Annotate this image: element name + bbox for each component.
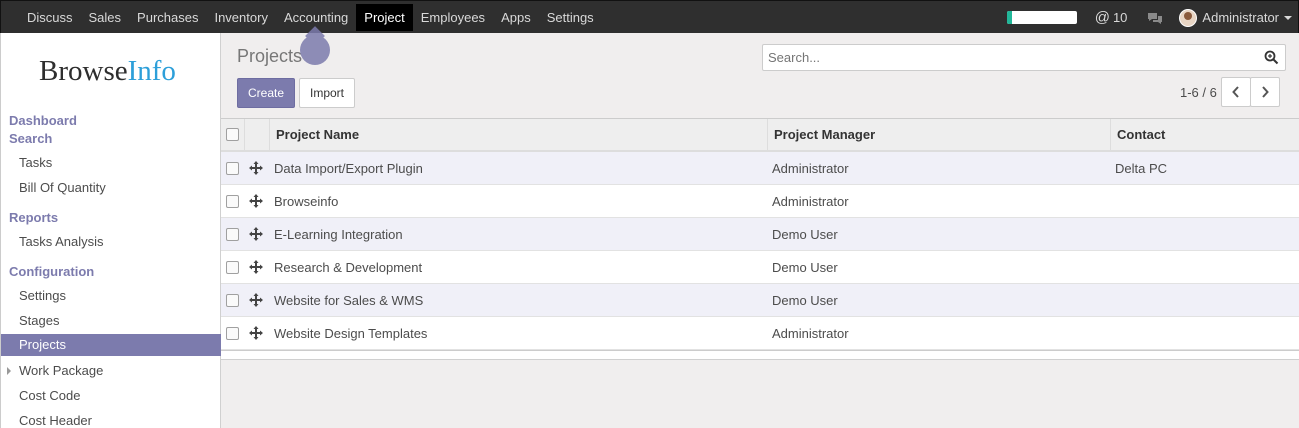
drag-handle-icon[interactable]: [249, 161, 263, 175]
sidebar: BrowseInfo Dashboard Search Tasks Bill O…: [0, 33, 221, 428]
sidebar-item-bill-of-quantity[interactable]: Bill Of Quantity: [19, 180, 106, 195]
sidebar-item-cost-header[interactable]: Cost Header: [19, 413, 92, 428]
search-input[interactable]: [763, 45, 1253, 70]
sidebar-item-tasks-analysis[interactable]: Tasks Analysis: [19, 234, 104, 249]
project-manager: Administrator: [772, 161, 849, 176]
row-checkbox[interactable]: [226, 195, 239, 208]
menu-sales[interactable]: Sales: [81, 1, 130, 34]
project-manager: Demo User: [772, 227, 838, 242]
menu-apps[interactable]: Apps: [493, 1, 539, 34]
sidebar-item-settings[interactable]: Settings: [19, 288, 66, 303]
menu-settings[interactable]: Settings: [539, 1, 602, 34]
cursor-indicator: [300, 35, 330, 65]
project-name: Website for Sales & WMS: [274, 293, 424, 308]
sidebar-section-configuration: Configuration: [9, 264, 95, 279]
table-header: Project Name Project Manager Contact: [221, 118, 1299, 152]
select-all-checkbox[interactable]: [226, 128, 239, 141]
main-content: Projects Create Import 1-6 / 6 Project N…: [221, 33, 1299, 428]
project-manager: Demo User: [772, 260, 838, 275]
project-name: Browseinfo: [274, 194, 339, 209]
row-checkbox[interactable]: [226, 294, 239, 307]
menu-project[interactable]: Project: [356, 4, 413, 31]
sidebar-item-dashboard[interactable]: Dashboard: [9, 113, 77, 128]
chevron-left-icon: [1232, 86, 1239, 98]
sidebar-item-stages[interactable]: Stages: [19, 313, 59, 328]
table-row[interactable]: Research & Development Demo User: [221, 251, 1299, 284]
project-manager: Administrator: [772, 326, 849, 341]
row-checkbox[interactable]: [226, 228, 239, 241]
projects-table: Project Name Project Manager Contact Dat…: [221, 118, 1299, 360]
row-checkbox[interactable]: [226, 261, 239, 274]
project-manager: Administrator: [772, 194, 849, 209]
table-footer: [221, 350, 1299, 360]
avatar[interactable]: [1179, 8, 1198, 27]
chevron-right-icon: [1262, 86, 1269, 98]
progress-bar[interactable]: [1006, 11, 1077, 24]
table-row[interactable]: Data Import/Export Plugin Administrator …: [221, 152, 1299, 185]
drag-handle-icon[interactable]: [249, 260, 263, 274]
caret-right-icon[interactable]: [7, 367, 11, 375]
chat-icon[interactable]: [1147, 12, 1163, 24]
import-button[interactable]: Import: [299, 78, 356, 108]
drag-handle-icon[interactable]: [249, 326, 263, 340]
column-contact[interactable]: Contact: [1110, 119, 1299, 151]
chevron-down-icon[interactable]: [1284, 15, 1292, 20]
pager-previous-button[interactable]: [1221, 77, 1251, 107]
create-button[interactable]: Create: [237, 78, 296, 108]
row-checkbox[interactable]: [226, 327, 239, 340]
drag-handle-icon[interactable]: [249, 293, 263, 307]
drag-handle-icon[interactable]: [249, 194, 263, 208]
sidebar-item-projects[interactable]: Projects: [1, 334, 221, 356]
sidebar-item-cost-code[interactable]: Cost Code: [19, 388, 80, 403]
at-icon: @: [1094, 9, 1110, 26]
menu-discuss[interactable]: Discuss: [19, 1, 81, 34]
page-title: Projects: [237, 46, 303, 66]
user-name[interactable]: Administrator: [1202, 10, 1279, 25]
mentions-count: 10: [1112, 10, 1128, 25]
sidebar-section-search: Search: [9, 131, 53, 146]
systray: @ 10 Administrator: [1006, 1, 1292, 34]
project-name: Website Design Templates: [274, 326, 428, 341]
handle-column-header: [244, 119, 269, 151]
row-checkbox[interactable]: [226, 162, 239, 175]
table-row[interactable]: Website Design Templates Administrator: [221, 317, 1299, 350]
logo: BrowseInfo: [39, 55, 176, 88]
drag-handle-icon[interactable]: [249, 227, 263, 241]
mentions-button[interactable]: @ 10: [1095, 9, 1128, 26]
menu-inventory[interactable]: Inventory: [206, 1, 275, 34]
project-manager: Demo User: [772, 293, 838, 308]
column-project-manager[interactable]: Project Manager: [767, 119, 1110, 151]
pager-value[interactable]: 1-6 / 6: [1180, 85, 1217, 100]
search-box: [762, 44, 1286, 71]
table-row[interactable]: Website for Sales & WMS Demo User: [221, 284, 1299, 317]
table-row[interactable]: E-Learning Integration Demo User: [221, 218, 1299, 251]
table-row[interactable]: Browseinfo Administrator: [221, 185, 1299, 218]
sidebar-section-reports: Reports: [9, 210, 59, 225]
logo-text: Browse: [39, 55, 128, 87]
project-contact: Delta PC: [1115, 161, 1168, 176]
project-name: Research & Development: [274, 260, 423, 275]
sidebar-item-tasks[interactable]: Tasks: [19, 155, 52, 170]
table-body: Data Import/Export Plugin Administrator …: [221, 152, 1299, 350]
sidebar-item-work-package[interactable]: Work Package: [19, 363, 103, 378]
top-navbar: Discuss Sales Purchases Inventory Accoun…: [0, 0, 1299, 33]
menu-employees[interactable]: Employees: [413, 1, 493, 34]
progress-fill: [1006, 11, 1013, 24]
project-name: E-Learning Integration: [274, 227, 403, 242]
search-icon[interactable]: [1264, 50, 1279, 65]
pager-next-button[interactable]: [1250, 77, 1280, 107]
project-name: Data Import/Export Plugin: [274, 161, 423, 176]
menu-purchases[interactable]: Purchases: [129, 1, 206, 34]
logo-accent: Info: [127, 55, 176, 87]
column-project-name[interactable]: Project Name: [269, 119, 768, 151]
